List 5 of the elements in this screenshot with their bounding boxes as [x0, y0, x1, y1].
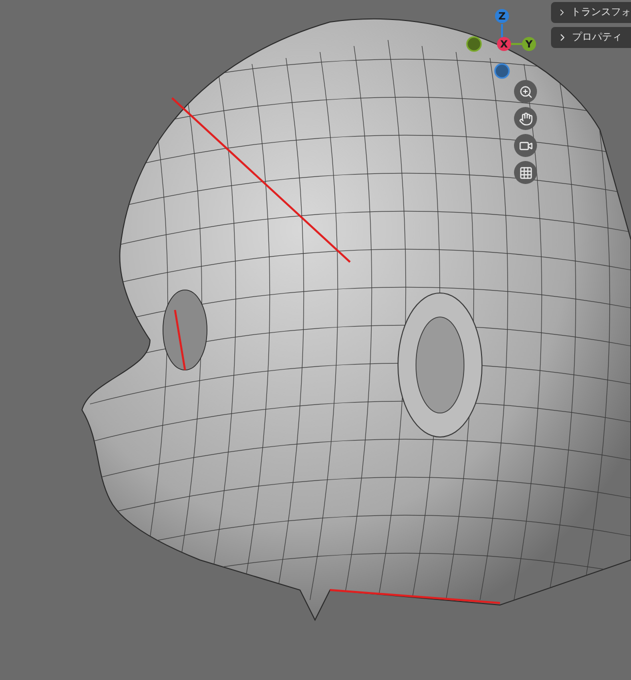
seam-line — [174, 310, 186, 370]
grid-icon — [518, 166, 532, 180]
hand-icon — [518, 112, 532, 126]
panel-header[interactable]: プロパティ — [551, 27, 631, 48]
panel-header[interactable]: トランスフォ — [551, 2, 631, 23]
